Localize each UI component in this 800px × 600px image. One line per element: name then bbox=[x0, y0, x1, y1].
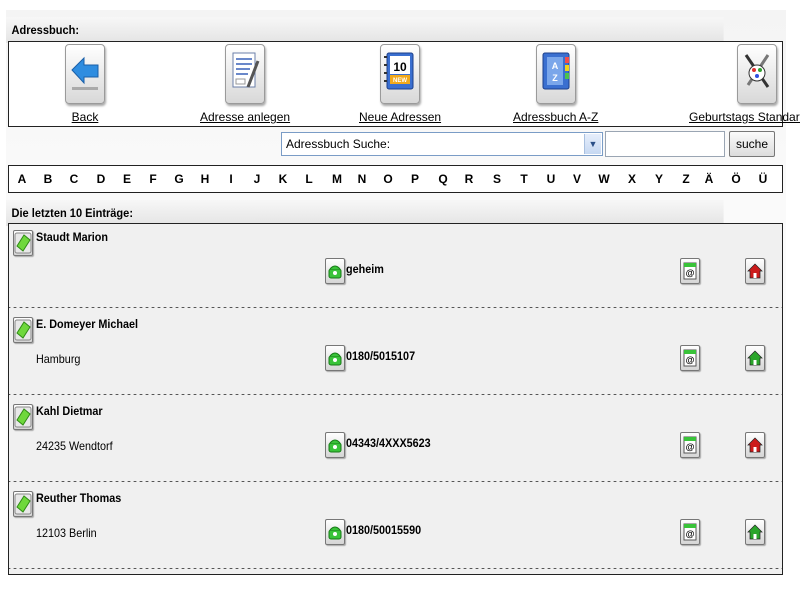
new-badge-label: NEW bbox=[393, 78, 407, 84]
alphabet-letter-link[interactable]: O bbox=[378, 166, 398, 192]
address-entry: Kahl Dietmar 24235 Wendtorf 04343/4XXX5623… bbox=[9, 398, 782, 485]
new-badge-count: 10 bbox=[393, 60, 407, 74]
page-title: Adressbuch: bbox=[6, 17, 724, 43]
entry-city: Hamburg bbox=[36, 352, 81, 366]
address-entry: Reuther Thomas 12103 Berlin 0180/50015590 @ bbox=[9, 485, 782, 572]
new-book-icon: 10 NEW bbox=[380, 44, 421, 104]
edit-entry-icon[interactable] bbox=[13, 317, 33, 343]
entries-list: Staudt Marion geheim @ E. Domeyer Michael Ha… bbox=[8, 223, 783, 575]
entry-city: 24235 Wendtorf bbox=[36, 439, 113, 453]
edit-entry-icon[interactable] bbox=[13, 230, 33, 256]
alphabet-letter-link[interactable]: U bbox=[541, 166, 561, 192]
az-book-icon: A Z bbox=[535, 44, 576, 104]
search-button[interactable]: suche bbox=[729, 131, 775, 157]
page: Adressbuch: Back Adresse anlegen 10 NEW … bbox=[6, 10, 800, 585]
home-icon[interactable] bbox=[745, 519, 765, 545]
alphabet-letter-link[interactable]: T bbox=[514, 166, 534, 192]
alphabet-letter-link[interactable]: X bbox=[622, 166, 642, 192]
addressbook-az-label: Adressbuch A-Z bbox=[513, 110, 599, 124]
alphabet-letter-link[interactable]: W bbox=[594, 166, 614, 192]
phone-icon[interactable] bbox=[325, 432, 345, 458]
alphabet-letter-link[interactable]: N bbox=[352, 166, 372, 192]
back-button[interactable]: Back bbox=[65, 44, 105, 124]
alphabet-letter-link[interactable]: R bbox=[459, 166, 479, 192]
alphabet-letter-link[interactable]: Ä bbox=[699, 166, 719, 192]
address-entry: E. Domeyer Michael Hamburg 0180/5015107 @ bbox=[9, 311, 782, 398]
alphabet-letter-link[interactable]: I bbox=[221, 166, 241, 192]
birthday-text-label: Geburtstags Standardtext bbox=[689, 110, 800, 124]
email-icon[interactable]: @ bbox=[680, 519, 700, 545]
entry-phone: 0180/50015590 bbox=[346, 523, 422, 537]
tools-palette-icon bbox=[737, 44, 778, 104]
create-address-button[interactable]: Adresse anlegen bbox=[200, 44, 290, 124]
toolbar: Back Adresse anlegen 10 NEW Neue Adresse… bbox=[8, 41, 800, 127]
entry-name[interactable]: Reuther Thomas bbox=[36, 491, 121, 505]
edit-entry-icon[interactable] bbox=[13, 491, 33, 517]
edit-entry-icon[interactable] bbox=[13, 404, 33, 430]
alphabet-letter-link[interactable]: M bbox=[327, 166, 347, 192]
alphabet-letter-link[interactable]: P bbox=[405, 166, 425, 192]
back-arrow-icon bbox=[65, 44, 105, 104]
entry-name[interactable]: E. Domeyer Michael bbox=[36, 317, 138, 331]
svg-text:@: @ bbox=[686, 442, 695, 452]
alphabet-letter-link[interactable]: Ö bbox=[726, 166, 746, 192]
alphabet-letter-link[interactable]: S bbox=[487, 166, 507, 192]
svg-text:@: @ bbox=[686, 268, 695, 278]
email-icon[interactable]: @ bbox=[680, 432, 700, 458]
entry-phone: 04343/4XXX5623 bbox=[346, 436, 431, 450]
alphabet-letter-link[interactable]: A bbox=[12, 166, 32, 192]
home-icon[interactable] bbox=[745, 258, 765, 284]
home-icon[interactable] bbox=[745, 345, 765, 371]
create-address-label: Adresse anlegen bbox=[200, 110, 291, 124]
search-select-value: Adressbuch Suche: bbox=[286, 137, 391, 151]
alphabet-letter-link[interactable]: G bbox=[169, 166, 189, 192]
phone-icon[interactable] bbox=[325, 258, 345, 284]
home-icon[interactable] bbox=[745, 432, 765, 458]
email-icon[interactable]: @ bbox=[680, 258, 700, 284]
entry-phone: 0180/5015107 bbox=[346, 349, 416, 363]
back-label: Back bbox=[71, 110, 99, 124]
entry-city: 12103 Berlin bbox=[36, 526, 97, 540]
document-pen-icon bbox=[225, 44, 266, 104]
alphabet-bar: ABCDEFGHIJKLMNOPQRSTUVWXYZÄÖÜ bbox=[8, 165, 783, 193]
alphabet-letter-link[interactable]: V bbox=[567, 166, 587, 192]
phone-icon[interactable] bbox=[325, 345, 345, 371]
alphabet-letter-link[interactable]: L bbox=[299, 166, 319, 192]
new-addresses-button[interactable]: 10 NEW Neue Adressen bbox=[359, 44, 441, 124]
svg-text:@: @ bbox=[686, 529, 695, 539]
addressbook-az-button[interactable]: A Z Adressbuch A-Z bbox=[513, 44, 598, 124]
alphabet-letter-link[interactable]: K bbox=[273, 166, 293, 192]
alphabet-letter-link[interactable]: E bbox=[117, 166, 137, 192]
alphabet-letter-link[interactable]: F bbox=[143, 166, 163, 192]
entry-divider bbox=[9, 567, 782, 572]
alphabet-letter-link[interactable]: Ü bbox=[753, 166, 773, 192]
alphabet-letter-link[interactable]: Y bbox=[649, 166, 669, 192]
alphabet-letter-link[interactable]: J bbox=[247, 166, 267, 192]
svg-text:@: @ bbox=[686, 355, 695, 365]
entry-phone: geheim bbox=[346, 262, 384, 276]
alphabet-letter-link[interactable]: D bbox=[91, 166, 111, 192]
entry-name[interactable]: Staudt Marion bbox=[36, 230, 108, 244]
alphabet-letter-link[interactable]: B bbox=[38, 166, 58, 192]
alphabet-letter-link[interactable]: H bbox=[195, 166, 215, 192]
address-entry: Staudt Marion geheim @ bbox=[9, 224, 782, 311]
birthday-text-button[interactable]: Geburtstags Standardtext bbox=[689, 44, 800, 124]
svg-text:Z: Z bbox=[552, 73, 558, 83]
alphabet-letter-link[interactable]: Z bbox=[676, 166, 696, 192]
entry-name[interactable]: Kahl Dietmar bbox=[36, 404, 103, 418]
chevron-down-icon[interactable]: ▼ bbox=[584, 134, 601, 154]
phone-icon[interactable] bbox=[325, 519, 345, 545]
new-addresses-label: Neue Adressen bbox=[359, 110, 442, 124]
addressbook-search-select[interactable]: Adressbuch Suche: ▼ bbox=[281, 132, 603, 156]
alphabet-letter-link[interactable]: C bbox=[64, 166, 84, 192]
alphabet-letter-link[interactable]: Q bbox=[433, 166, 453, 192]
svg-text:A: A bbox=[551, 61, 558, 71]
search-input[interactable] bbox=[605, 131, 725, 157]
email-icon[interactable]: @ bbox=[680, 345, 700, 371]
